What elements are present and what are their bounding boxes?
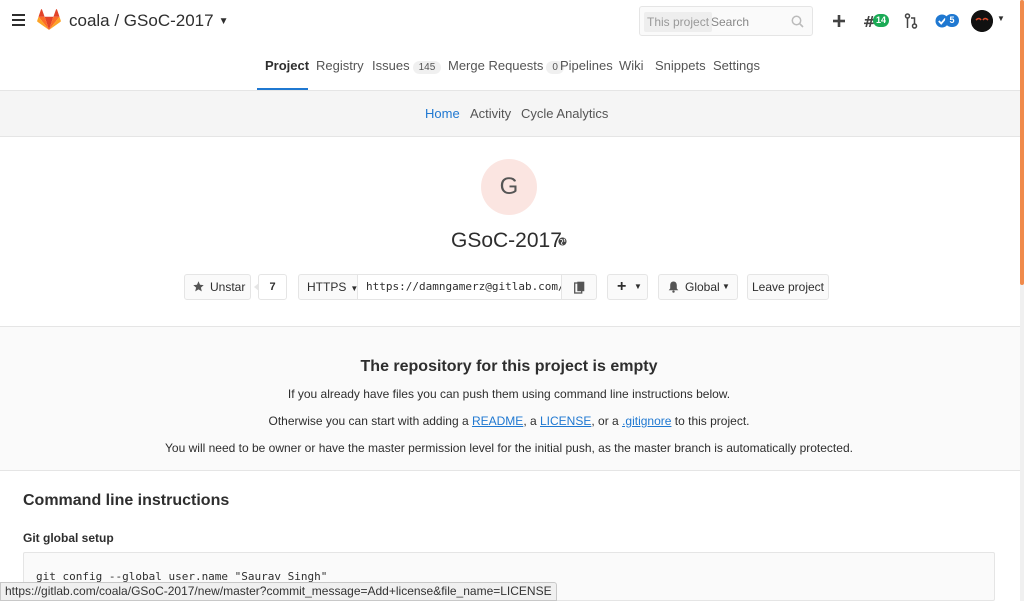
merge-request-icon[interactable] (904, 11, 918, 31)
star-icon (193, 281, 204, 292)
new-plus-icon[interactable] (832, 11, 846, 31)
top-header: coala / GSoC-2017 ▼ This project Search #… (0, 0, 1024, 42)
empty-repo-line-1: If you already have files you can push t… (287, 387, 731, 401)
unstar-button[interactable]: Unstar (184, 274, 251, 300)
bell-icon (668, 281, 679, 293)
leave-project-button[interactable]: Leave project (747, 274, 829, 300)
line2-comma-a: , a (523, 414, 537, 428)
clipboard-icon (574, 281, 585, 294)
hamburger-menu-icon[interactable] (12, 14, 25, 26)
tab-project[interactable]: Project (265, 58, 309, 73)
notification-level-label: Global (685, 280, 720, 294)
project-avatar: G (481, 159, 537, 215)
project-path-dropdown[interactable]: coala / GSoC-2017 ▼ (69, 11, 229, 31)
tab-issues-label: Issues (372, 58, 410, 73)
tab-merge-requests-label: Merge Requests (448, 58, 544, 73)
add-caret-icon: ▼ (634, 282, 642, 291)
line2-or-a: , or a (591, 414, 619, 428)
subtab-home[interactable]: Home (425, 106, 460, 121)
clone-url-input[interactable]: https://damngamerz@gitlab.com/coala/GSoC… (357, 274, 562, 300)
user-avatar-icon (971, 10, 993, 32)
subtab-activity[interactable]: Activity (470, 106, 511, 121)
git-global-setup-heading: Git global setup (23, 531, 114, 545)
empty-repo-title: The repository for this project is empty (360, 358, 658, 375)
license-link[interactable]: LICENSE (540, 414, 591, 428)
empty-repo-panel: The repository for this project is empty… (0, 326, 1020, 471)
issues-tab-count: 145 (412, 61, 442, 74)
scrollbar-thumb[interactable] (1020, 0, 1024, 285)
gitignore-link[interactable]: .gitignore (622, 414, 671, 428)
cli-title: Command line instructions (23, 492, 230, 509)
empty-repo-line-2: Otherwise you can start with adding a RE… (0, 414, 1018, 428)
avatar-chevron-down-icon[interactable]: ▼ (997, 14, 1005, 23)
line2-suffix: to this project. (674, 414, 750, 428)
tab-wiki[interactable]: Wiki (619, 58, 644, 73)
project-name: GSoC-2017 (451, 229, 562, 252)
add-new-dropdown[interactable]: + ▼ (607, 274, 648, 300)
chevron-down-icon: ▼ (218, 16, 229, 27)
tab-issues[interactable]: Issues 145 (372, 58, 442, 74)
tab-registry[interactable]: Registry (316, 58, 364, 73)
project-nav: Project Registry Issues 145 Merge Request… (0, 42, 1020, 91)
tab-pipelines[interactable]: Pipelines (560, 58, 613, 73)
star-count[interactable]: 7 (254, 274, 287, 300)
search-box[interactable]: This project Search (639, 6, 813, 36)
user-avatar[interactable] (971, 10, 993, 32)
clone-protocol-dropdown[interactable]: HTTPS ▼ (298, 274, 358, 300)
notification-caret-icon: ▼ (722, 282, 730, 291)
todos-count-badge: 14 (873, 14, 890, 27)
public-globe-icon (558, 237, 567, 246)
gitlab-logo-icon[interactable] (37, 9, 61, 31)
search-scope-badge: This project (644, 12, 713, 32)
copy-url-button[interactable] (561, 274, 597, 300)
search-input[interactable]: Search (711, 15, 749, 29)
line2-prefix: Otherwise you can start with adding a (268, 414, 469, 428)
readme-link[interactable]: README (472, 414, 523, 428)
plus-icon: + (617, 278, 627, 295)
tab-snippets[interactable]: Snippets (655, 58, 706, 73)
unstar-label: Unstar (210, 280, 246, 294)
browser-status-bar: https://gitlab.com/coala/GSoC-2017/new/m… (0, 582, 557, 601)
project-path-label: coala / GSoC-2017 (69, 11, 214, 30)
tab-settings[interactable]: Settings (713, 58, 760, 73)
notification-level-dropdown[interactable]: Global ▼ (658, 274, 738, 300)
clone-protocol-label: HTTPS (307, 280, 347, 294)
issues-count-badge: 5 (945, 14, 959, 27)
project-subnav: Home Activity Cycle Analytics (0, 91, 1020, 137)
search-icon (791, 15, 804, 28)
subtab-cycle-analytics[interactable]: Cycle Analytics (521, 106, 608, 121)
active-tab-indicator (257, 88, 308, 90)
tab-merge-requests[interactable]: Merge Requests 0 (448, 58, 564, 74)
empty-repo-line-3: You will need to be owner or have the ma… (165, 441, 853, 455)
